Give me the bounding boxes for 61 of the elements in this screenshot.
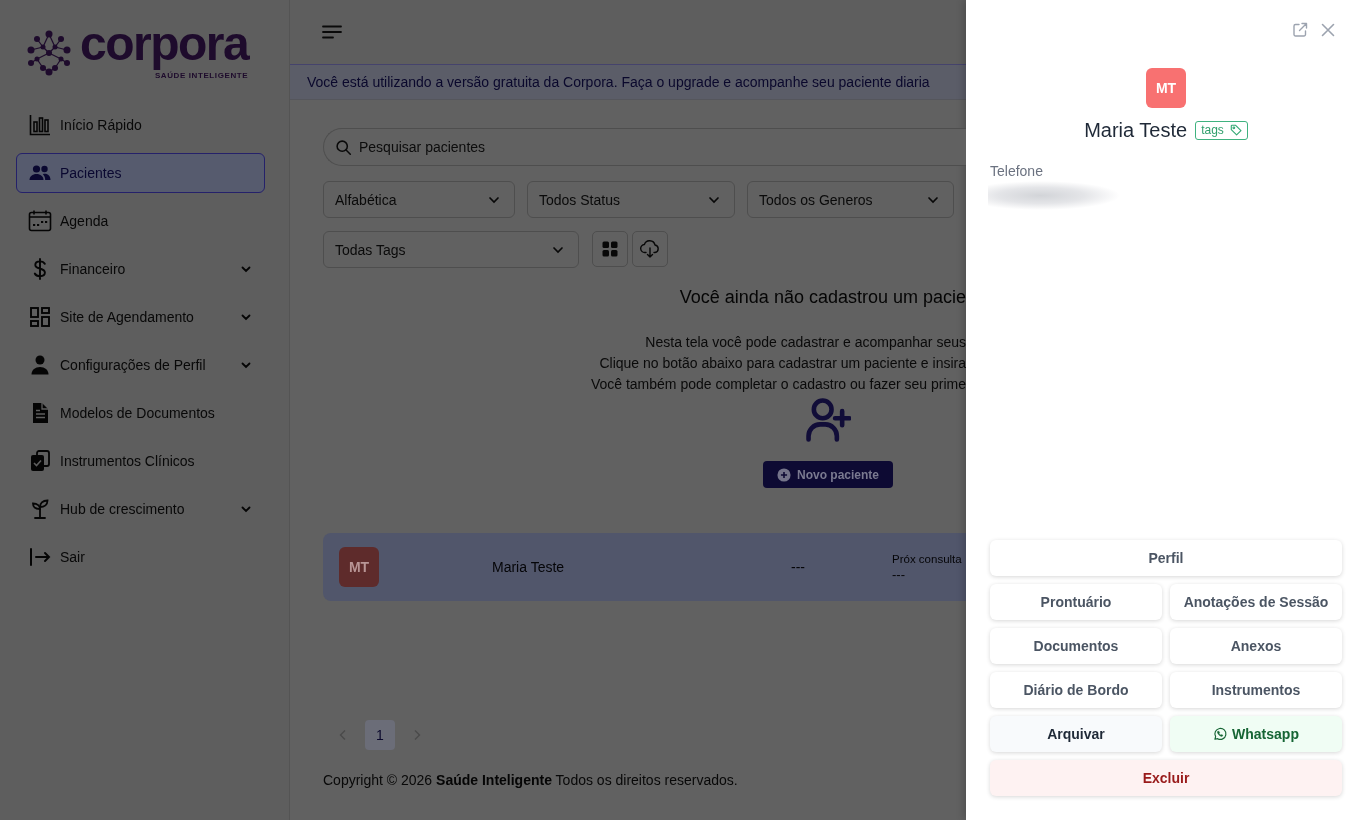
column-value: --- xyxy=(791,559,806,575)
new-patient-button[interactable]: Novo paciente xyxy=(763,461,893,488)
page-button[interactable]: 1 xyxy=(365,720,395,750)
bar-chart-icon xyxy=(28,113,52,137)
action-button[interactable]: Arquivar xyxy=(990,716,1162,752)
calendar-icon xyxy=(28,209,52,233)
download-button[interactable] xyxy=(632,231,668,267)
cloud-download-icon xyxy=(640,240,660,258)
grid-view-button[interactable] xyxy=(592,231,628,267)
sidebar-item[interactable]: Financeiro xyxy=(16,249,265,289)
tags-button[interactable]: tags xyxy=(1195,120,1248,140)
patient-name: Maria Teste xyxy=(492,559,566,575)
empty-state-title: Você ainda não cadastrou um pacie xyxy=(679,286,966,308)
sidebar-item[interactable]: Modelos de Documentos xyxy=(16,393,265,433)
next-appointment-label: Próx consulta xyxy=(892,552,962,565)
patient-avatar: MT xyxy=(1146,68,1186,108)
close-icon[interactable] xyxy=(1320,22,1336,38)
filter-dropdown[interactable]: Todos Status xyxy=(527,181,735,218)
sidebar-item[interactable]: Início Rápido xyxy=(16,105,265,145)
action-button[interactable]: Prontuário xyxy=(990,584,1162,620)
search-field[interactable]: Pesquisar pacientes xyxy=(323,128,966,166)
next-appointment-value: --- xyxy=(892,566,905,582)
logo-tagline: SAÚDE INTELIGENTE xyxy=(154,71,249,81)
sidebar-item[interactable]: Pacientes xyxy=(16,153,265,193)
filter-dropdown[interactable]: Alfabética xyxy=(323,181,515,218)
patient-row[interactable]: MT Maria Teste --- Próx consulta --- xyxy=(323,533,966,601)
plus-circle-icon xyxy=(777,467,791,482)
action-button[interactable]: Diário de Bordo xyxy=(990,672,1162,708)
action-button[interactable]: Whatsapp xyxy=(1170,716,1342,752)
action-button[interactable]: Anotações de Sessão xyxy=(1170,584,1342,620)
logo-wordmark: corpora xyxy=(80,16,249,71)
filter-dropdown[interactable]: Todas Tags xyxy=(323,231,579,268)
sidebar-item[interactable]: Configurações de Perfil xyxy=(16,345,265,385)
menu-icon[interactable] xyxy=(322,25,342,39)
action-button[interactable]: Excluir xyxy=(990,760,1342,796)
action-button[interactable]: Documentos xyxy=(990,628,1162,664)
logout-icon xyxy=(28,545,52,569)
search-icon xyxy=(335,139,352,156)
action-button[interactable]: Perfil xyxy=(990,540,1342,576)
tag-icon xyxy=(1229,124,1242,136)
person-plus-icon xyxy=(805,397,851,443)
sidebar-item[interactable]: Site de Agendamento xyxy=(16,297,265,337)
patient-name: Maria Teste xyxy=(1084,118,1188,142)
empty-state-text: Nesta tela você pode cadastrar e acompanhar seus Clique no botão abaixo para cadastrar um paciente e insira Você também pode completar o cadastro ou fazer seu prime xyxy=(590,333,966,394)
upgrade-banner: Você está utilizando a versão gratuita da Corpora. Faça o upgrade e acompanhe seu paciente diaria xyxy=(290,65,966,100)
copyright-text: Copyright © 2026 Saúde Inteligente Todos os direitos reservados. xyxy=(323,771,739,790)
whatsapp-icon xyxy=(1213,727,1228,741)
grid-icon xyxy=(602,241,618,257)
sidebar-item[interactable]: Hub de crescimento xyxy=(16,489,265,529)
external-link-icon[interactable] xyxy=(1292,22,1308,38)
action-button[interactable]: Anexos xyxy=(1170,628,1342,664)
sidebar-item[interactable]: Instrumentos Clínicos xyxy=(16,441,265,481)
field-label: Telefone xyxy=(990,162,1043,180)
sidebar-item[interactable]: Agenda xyxy=(16,201,265,241)
action-button[interactable]: Instrumentos xyxy=(1170,672,1342,708)
patient-avatar: MT xyxy=(339,547,379,587)
filter-dropdown[interactable]: Todos os Generos xyxy=(747,181,954,218)
sidebar-item[interactable]: Sair xyxy=(16,537,265,577)
clipboard-check-icon xyxy=(28,449,52,473)
logo-dots-icon xyxy=(27,30,71,76)
dashboard-icon xyxy=(28,305,52,329)
